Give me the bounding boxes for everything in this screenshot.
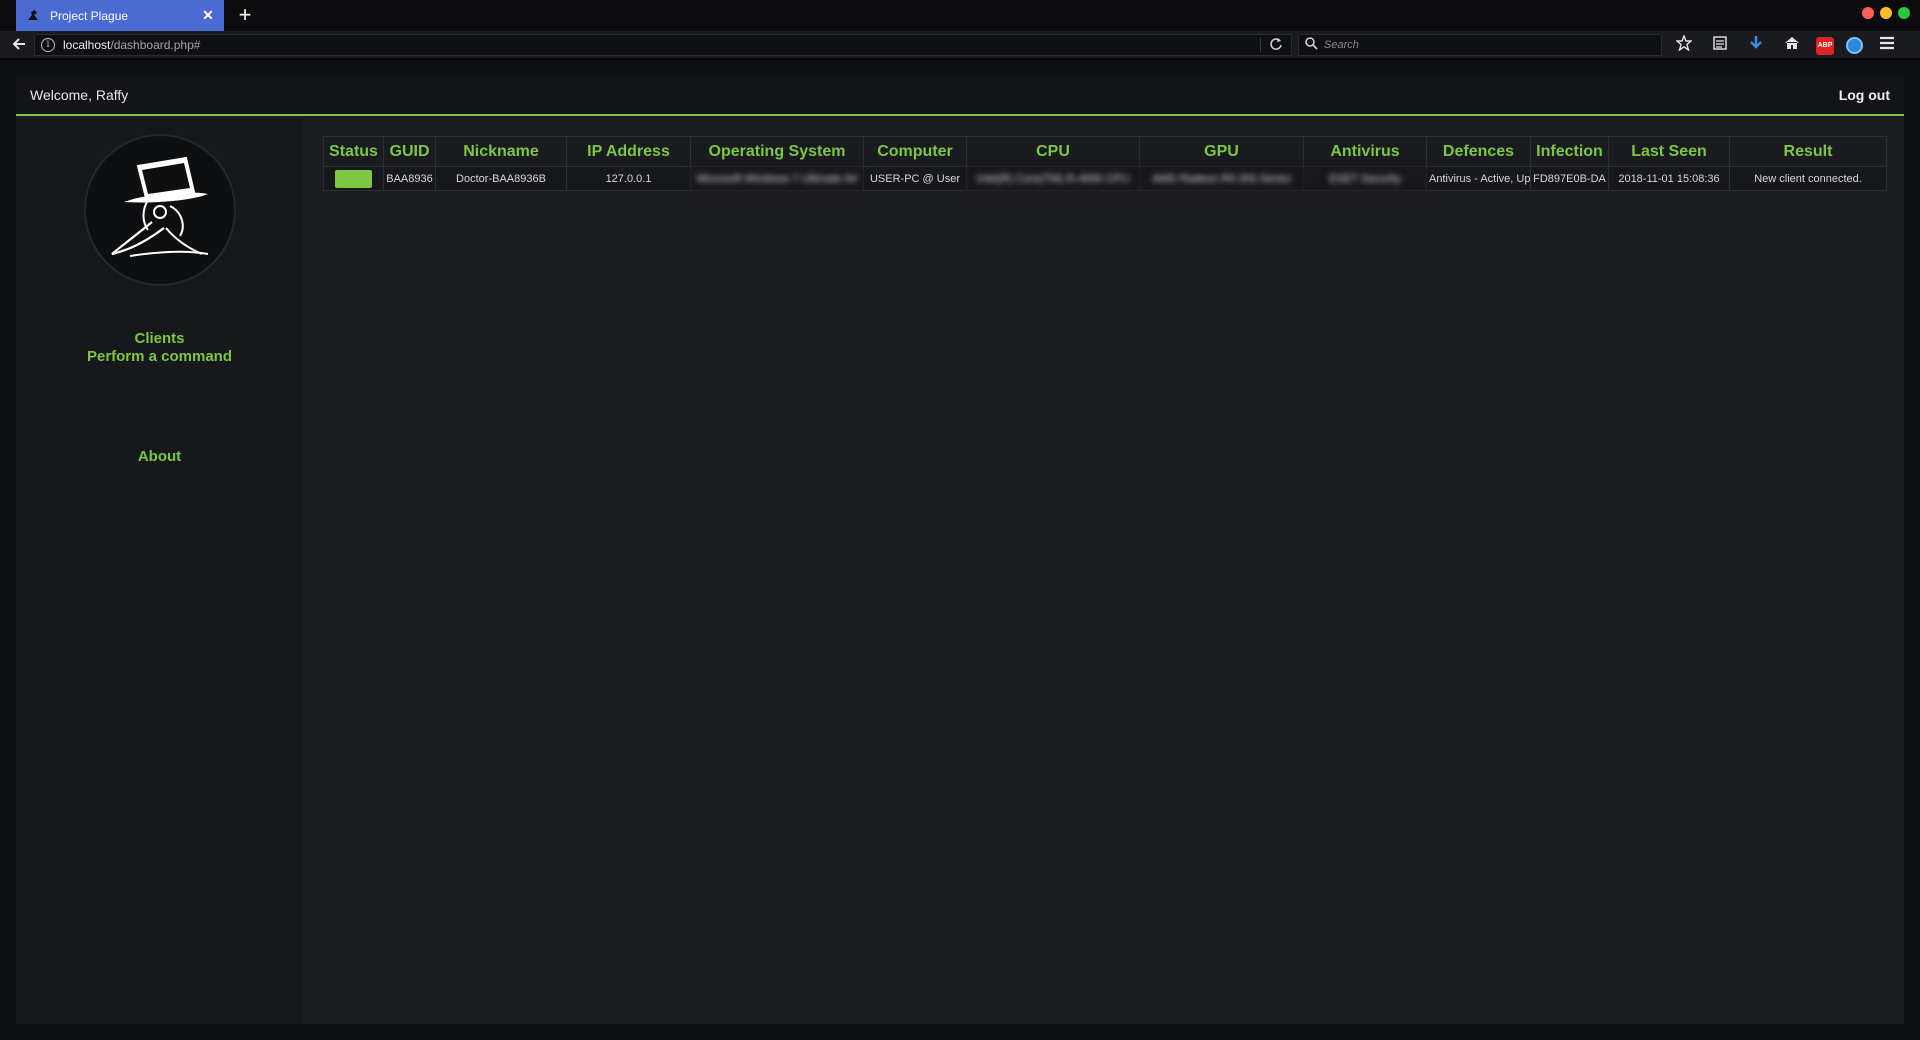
- reload-icon[interactable]: [1269, 37, 1283, 54]
- info-icon[interactable]: i: [41, 38, 55, 52]
- sidebar: Clients Perform a command About: [16, 118, 303, 1024]
- clients-table: Status GUID Nickname IP Address Operatin…: [323, 136, 1887, 191]
- column-header[interactable]: Last Seen: [1608, 136, 1730, 167]
- tab-title: Project Plague: [50, 8, 129, 23]
- main-content: Status GUID Nickname IP Address Operatin…: [303, 118, 1904, 1024]
- ip-cell: 127.0.0.1: [566, 166, 691, 191]
- plague-doctor-favicon-icon: [26, 8, 42, 24]
- url-host: localhost: [63, 38, 111, 52]
- welcome-text: Welcome, Raffy: [30, 87, 129, 103]
- column-header[interactable]: GUID: [383, 136, 436, 167]
- back-arrow-icon[interactable]: [10, 36, 28, 54]
- browser-tab-active[interactable]: Project Plague ✕: [16, 0, 224, 31]
- sidebar-item-perform-command[interactable]: Perform a command: [16, 348, 303, 365]
- maximize-window-icon[interactable]: [1898, 7, 1910, 19]
- bookmark-star-icon[interactable]: [1672, 34, 1696, 55]
- plague-doctor-icon: [111, 156, 209, 257]
- page: Welcome, Raffy Log out Clients Perform a…: [0, 60, 1920, 1040]
- top-bar: Welcome, Raffy Log out: [16, 76, 1904, 116]
- logout-link[interactable]: Log out: [1839, 87, 1890, 103]
- column-header[interactable]: Operating System: [690, 136, 864, 167]
- search-icon: [1305, 37, 1318, 53]
- hamburger-menu-icon[interactable]: [1875, 35, 1899, 55]
- os-cell: Microsoft Windows 7 Ultimate 64: [690, 166, 864, 191]
- column-header[interactable]: Defences: [1426, 136, 1531, 167]
- home-icon[interactable]: [1780, 35, 1804, 55]
- column-header[interactable]: GPU: [1139, 136, 1304, 167]
- reading-list-icon[interactable]: [1708, 35, 1732, 55]
- column-header[interactable]: IP Address: [566, 136, 691, 167]
- status-cell: [323, 166, 384, 191]
- column-header[interactable]: Antivirus: [1303, 136, 1427, 167]
- antivirus-cell: ESET Security: [1303, 166, 1427, 191]
- search-input[interactable]: [1324, 39, 1644, 51]
- gpu-cell: AMD Radeon R9 300 Series: [1139, 166, 1304, 191]
- sync-icon[interactable]: [1846, 37, 1863, 54]
- column-header[interactable]: Result: [1729, 136, 1887, 167]
- last-seen-cell: 2018-11-01 15:08:36: [1608, 166, 1730, 191]
- minimize-window-icon[interactable]: [1880, 7, 1892, 19]
- close-tab-icon[interactable]: ✕: [200, 7, 216, 24]
- table-header-row: Status GUID Nickname IP Address Operatin…: [323, 136, 1887, 167]
- dashboard-frame: Welcome, Raffy Log out Clients Perform a…: [16, 76, 1904, 1024]
- browser-toolbar-icons: ABP: [1672, 34, 1899, 55]
- url-separator: [1260, 38, 1261, 52]
- column-header[interactable]: Infection: [1530, 136, 1609, 167]
- download-icon[interactable]: [1744, 35, 1768, 55]
- browser-tabstrip: Project Plague ✕ +: [0, 0, 1920, 31]
- window-controls: [1862, 7, 1910, 19]
- status-indicator: [335, 169, 372, 188]
- sidebar-item-clients[interactable]: Clients: [16, 330, 303, 347]
- column-header[interactable]: Computer: [863, 136, 967, 167]
- computer-cell: USER-PC @ User: [863, 166, 967, 191]
- column-header[interactable]: Nickname: [435, 136, 567, 167]
- search-bar[interactable]: [1298, 34, 1662, 56]
- plague-doctor-logo: [84, 134, 236, 286]
- browser-navbar: i localhost/dashboard.php# ABP: [0, 31, 1920, 59]
- adblock-icon[interactable]: ABP: [1816, 36, 1834, 55]
- column-header[interactable]: CPU: [966, 136, 1140, 167]
- url-path: /dashboard.php#: [110, 38, 201, 52]
- new-tab-icon[interactable]: +: [234, 4, 256, 26]
- sidebar-item-about[interactable]: About: [16, 448, 303, 465]
- url-bar[interactable]: i localhost/dashboard.php#: [34, 34, 1292, 56]
- guid-cell: BAA8936: [383, 166, 436, 191]
- infection-cell: FD897E0B-DA: [1530, 166, 1609, 191]
- nickname-cell: Doctor-BAA8936B: [435, 166, 567, 191]
- column-header[interactable]: Status: [323, 136, 384, 167]
- cpu-cell: Intel(R) Core(TM) i5-4690 CPU: [966, 166, 1140, 191]
- table-row[interactable]: BAA8936 Doctor-BAA8936B 127.0.0.1 Micros…: [323, 166, 1887, 191]
- result-cell: New client connected.: [1729, 166, 1887, 191]
- close-window-icon[interactable]: [1862, 7, 1874, 19]
- defences-cell: Antivirus - Active, Up: [1426, 166, 1531, 191]
